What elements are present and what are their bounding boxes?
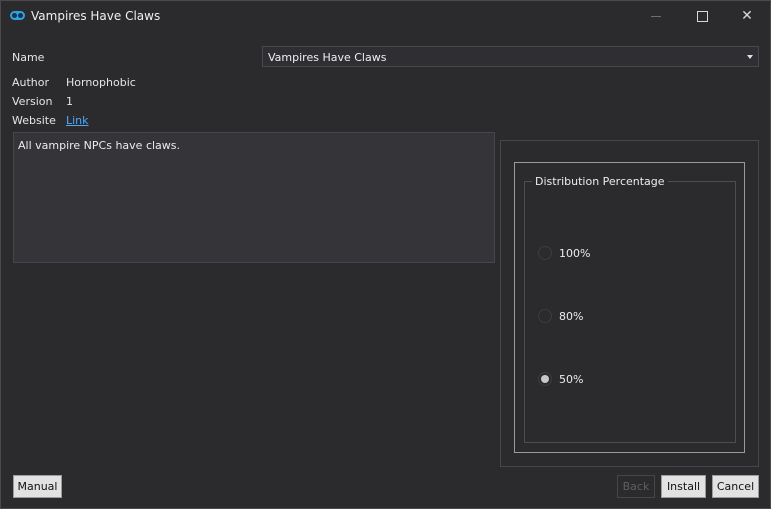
close-button[interactable]: ✕ [724, 1, 770, 31]
install-button[interactable]: Install [661, 475, 706, 498]
minimize-icon [651, 15, 661, 17]
name-dropdown[interactable]: Vampires Have Claws [262, 46, 759, 67]
website-label: Website [12, 114, 56, 127]
version-label: Version [12, 95, 53, 108]
description-text: All vampire NPCs have claws. [18, 139, 181, 152]
author-value: Hornophobic [66, 76, 136, 89]
description-box[interactable]: All vampire NPCs have claws. [13, 132, 495, 263]
window-title: Vampires Have Claws [31, 9, 161, 23]
title-bar[interactable]: Vampires Have Claws ✕ [1, 1, 770, 31]
cancel-button[interactable]: Cancel [712, 475, 759, 498]
option-label: 50% [559, 373, 584, 386]
option-label: 80% [559, 310, 584, 323]
maximize-icon [696, 10, 708, 22]
radio-button[interactable] [538, 309, 552, 323]
option-label: 100% [559, 247, 591, 260]
radio-button-selected[interactable] [538, 372, 552, 386]
radio-button[interactable] [538, 246, 552, 260]
app-logo-icon [10, 11, 25, 20]
name-label: Name [12, 51, 45, 64]
back-button[interactable]: Back [617, 475, 655, 498]
website-link[interactable]: Link [66, 114, 89, 127]
distribution-group-title: Distribution Percentage [532, 175, 668, 188]
manual-button[interactable]: Manual [13, 475, 62, 498]
name-dropdown-value: Vampires Have Claws [268, 51, 387, 64]
close-icon: ✕ [741, 8, 753, 24]
author-label: Author [12, 76, 50, 89]
installer-window: Vampires Have Claws ✕ Name Vampires Have… [0, 0, 771, 509]
maximize-button[interactable] [679, 1, 725, 31]
minimize-button[interactable] [633, 1, 679, 31]
version-value: 1 [66, 95, 73, 108]
chevron-down-icon [747, 55, 753, 59]
distribution-group [524, 181, 736, 443]
